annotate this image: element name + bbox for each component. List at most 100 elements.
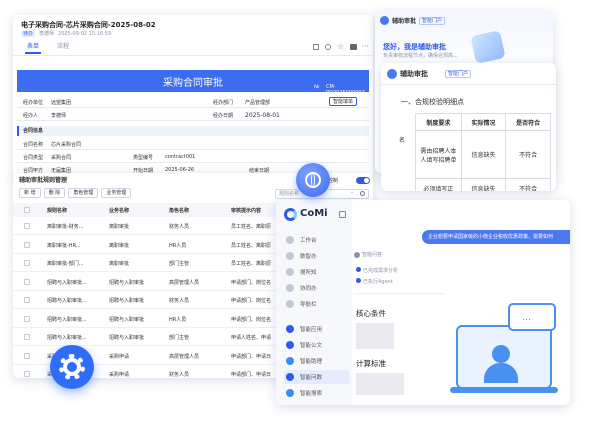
- date-value: 2025-08-01: [245, 112, 280, 119]
- nav-label: 数智办: [300, 254, 317, 260]
- cell-rule-name: 招聘与入职审批...: [47, 279, 87, 286]
- comi-sidebar: CoMi 工作台 数智办 搜所知 协同办 导航栏 智能应用 智能公文 智能助理 智能问数 智能搜索: [276, 200, 352, 405]
- row-checkbox[interactable]: [24, 260, 30, 266]
- row-checkbox[interactable]: [24, 241, 30, 248]
- nav-item[interactable]: 导航栏: [284, 297, 350, 311]
- row-checkbox[interactable]: [24, 315, 30, 322]
- nav-icon: [286, 373, 294, 381]
- banner-no: CM-PO2025000002: [326, 84, 365, 96]
- nav-item[interactable]: 智能应用: [284, 322, 350, 336]
- assistant-back-avatar: [380, 16, 389, 25]
- cell-business: 离职审批: [109, 224, 130, 230]
- comi-main: 企业想要申请国家级的小微企业税收优惠政策，需要如何 智能问答 已完成需求分析 已…: [352, 200, 570, 405]
- nav-label: 智能公文: [300, 343, 323, 349]
- type-label: 合同类型: [23, 155, 44, 161]
- check-icon: [356, 278, 361, 283]
- cell-tip: 申请部门、申请日: [231, 353, 272, 360]
- header-tip: 审核提示内容: [231, 208, 262, 214]
- cell-role: 部门主管: [169, 335, 190, 341]
- rules-section-title: 一、合规校验明细点: [401, 98, 464, 106]
- cell-rule-name: 招聘与入职审批...: [47, 335, 87, 341]
- select-all-checkbox[interactable]: [24, 207, 30, 213]
- blur-block: [356, 323, 394, 349]
- speech-bubble-icon: …: [508, 303, 556, 331]
- nav-label: 工作台: [300, 238, 317, 244]
- home-icon[interactable]: [313, 44, 319, 50]
- cell-role: 部门主管: [169, 261, 190, 267]
- rules-row: 必须填写正 信息缺失 不符合: [415, 178, 551, 191]
- rules-header-cell: 实际情况: [460, 113, 507, 131]
- header-role: 角色名称: [169, 208, 190, 214]
- row-checkbox[interactable]: [24, 297, 30, 303]
- search-placeholder: 规则名称: [279, 191, 300, 197]
- comi-window: CoMi 工作台 数智办 搜所知 协同办 导航栏 智能应用 智能公文 智能助理 智能问数 智能搜索…: [276, 200, 570, 405]
- nav-item[interactable]: 工作台: [284, 233, 350, 247]
- rules-header-cell: 是否符合: [505, 113, 551, 131]
- row-checkbox[interactable]: [24, 334, 30, 340]
- assistant-front-avatar: [387, 69, 397, 79]
- rules-cut-left: 名: [399, 137, 406, 144]
- nav-item[interactable]: 智能搜索: [284, 386, 350, 400]
- cell-business: 招聘与入职审批: [109, 316, 145, 323]
- add-button[interactable]: 新 增: [19, 188, 41, 198]
- row-checkbox[interactable]: [24, 223, 30, 229]
- search-icon[interactable]: [360, 191, 365, 196]
- nav-icon: [286, 357, 294, 365]
- list-toolbar: 新 增 删 除 角色管理 业务管理: [19, 188, 132, 198]
- nav-label: 搜所知: [300, 270, 317, 276]
- nav-item[interactable]: 协同办: [284, 281, 350, 295]
- refresh-icon[interactable]: [325, 44, 331, 50]
- star-icon[interactable]: ☆: [337, 42, 344, 51]
- delete-button[interactable]: 删 除: [43, 188, 66, 198]
- nav-item[interactable]: 数智办: [284, 249, 350, 263]
- business-manage-button[interactable]: 业务管理: [101, 188, 132, 198]
- rules-cell: 不符合: [505, 130, 551, 179]
- assistant-back-badge[interactable]: 智能门户: [419, 17, 446, 25]
- cell-rule-name: 离职审批-HR...: [47, 242, 81, 249]
- print-icon[interactable]: [350, 44, 357, 50]
- cell-business: 招聘与入职审批: [109, 335, 145, 341]
- cell-tip: 申请部门、岗位名: [231, 298, 272, 304]
- cell-tip: 员工姓名、离职原: [231, 261, 272, 267]
- toggle-knob: [364, 178, 369, 183]
- chevron-down-icon: ⌄: [350, 189, 355, 195]
- row-checkbox[interactable]: [24, 352, 30, 359]
- nav-item[interactable]: 智能公文: [284, 338, 350, 352]
- smart-fill-button[interactable]: 智能填单: [329, 97, 358, 106]
- dept2-value: 产品管理部: [245, 100, 271, 106]
- divider: [354, 293, 444, 294]
- nav-item[interactable]: 智能问数: [284, 370, 350, 384]
- cell-business: 离职审批: [109, 261, 130, 267]
- cell-business: 采购申请: [109, 353, 130, 360]
- agent-avatar: [354, 252, 360, 258]
- nav-item[interactable]: 智能助理: [284, 354, 350, 368]
- dept-label: 经办单位: [23, 100, 44, 106]
- cell-role: 财务人员: [169, 298, 190, 304]
- more-icon[interactable]: ⋯: [362, 42, 369, 50]
- tab-flow[interactable]: 流程: [57, 43, 69, 50]
- assistant-front-badge[interactable]: 智能门户: [445, 70, 472, 78]
- global-toggle[interactable]: [356, 177, 370, 184]
- cell-business: 招聘与入职审批: [109, 298, 145, 304]
- row-checkbox[interactable]: [24, 371, 30, 377]
- contract-meta: 待办 李德师 2025-09-02 15:16:59: [21, 31, 111, 37]
- assistant-back-sub: 负责审核流程节点，确保合规高...: [383, 53, 458, 59]
- sidebar-collapse-icon[interactable]: [339, 211, 346, 218]
- header-business: 业务名称: [109, 208, 130, 214]
- cell-tip: 申请人姓名、申请: [231, 335, 272, 341]
- tab-form[interactable]: 表单: [27, 43, 39, 50]
- meta-tag: 待办: [21, 31, 36, 37]
- agent-label: 智能问答: [362, 252, 383, 258]
- assistant-front-window: 辅助审批 智能门户 一、合规校验明细点 名 制度要求 实际情况 是否符合 需由招…: [381, 63, 556, 191]
- nav-item[interactable]: 搜所知: [284, 265, 350, 279]
- cell-rule-name: 招聘与入职审批...: [47, 298, 87, 304]
- role-manage-button[interactable]: 角色管理: [68, 188, 99, 198]
- heading-core-conditions: 核心条件: [356, 309, 386, 318]
- cell-business: 离职审批: [109, 242, 130, 249]
- cell-role: HR人员: [169, 316, 187, 323]
- divider: [13, 55, 373, 56]
- field-row-2: 经办人 李德师 经办日期 2025-08-01: [17, 109, 369, 121]
- cell-tip: 申请部门、岗位名: [231, 316, 272, 323]
- row-checkbox[interactable]: [24, 278, 30, 285]
- person-label: 经办人: [23, 113, 39, 119]
